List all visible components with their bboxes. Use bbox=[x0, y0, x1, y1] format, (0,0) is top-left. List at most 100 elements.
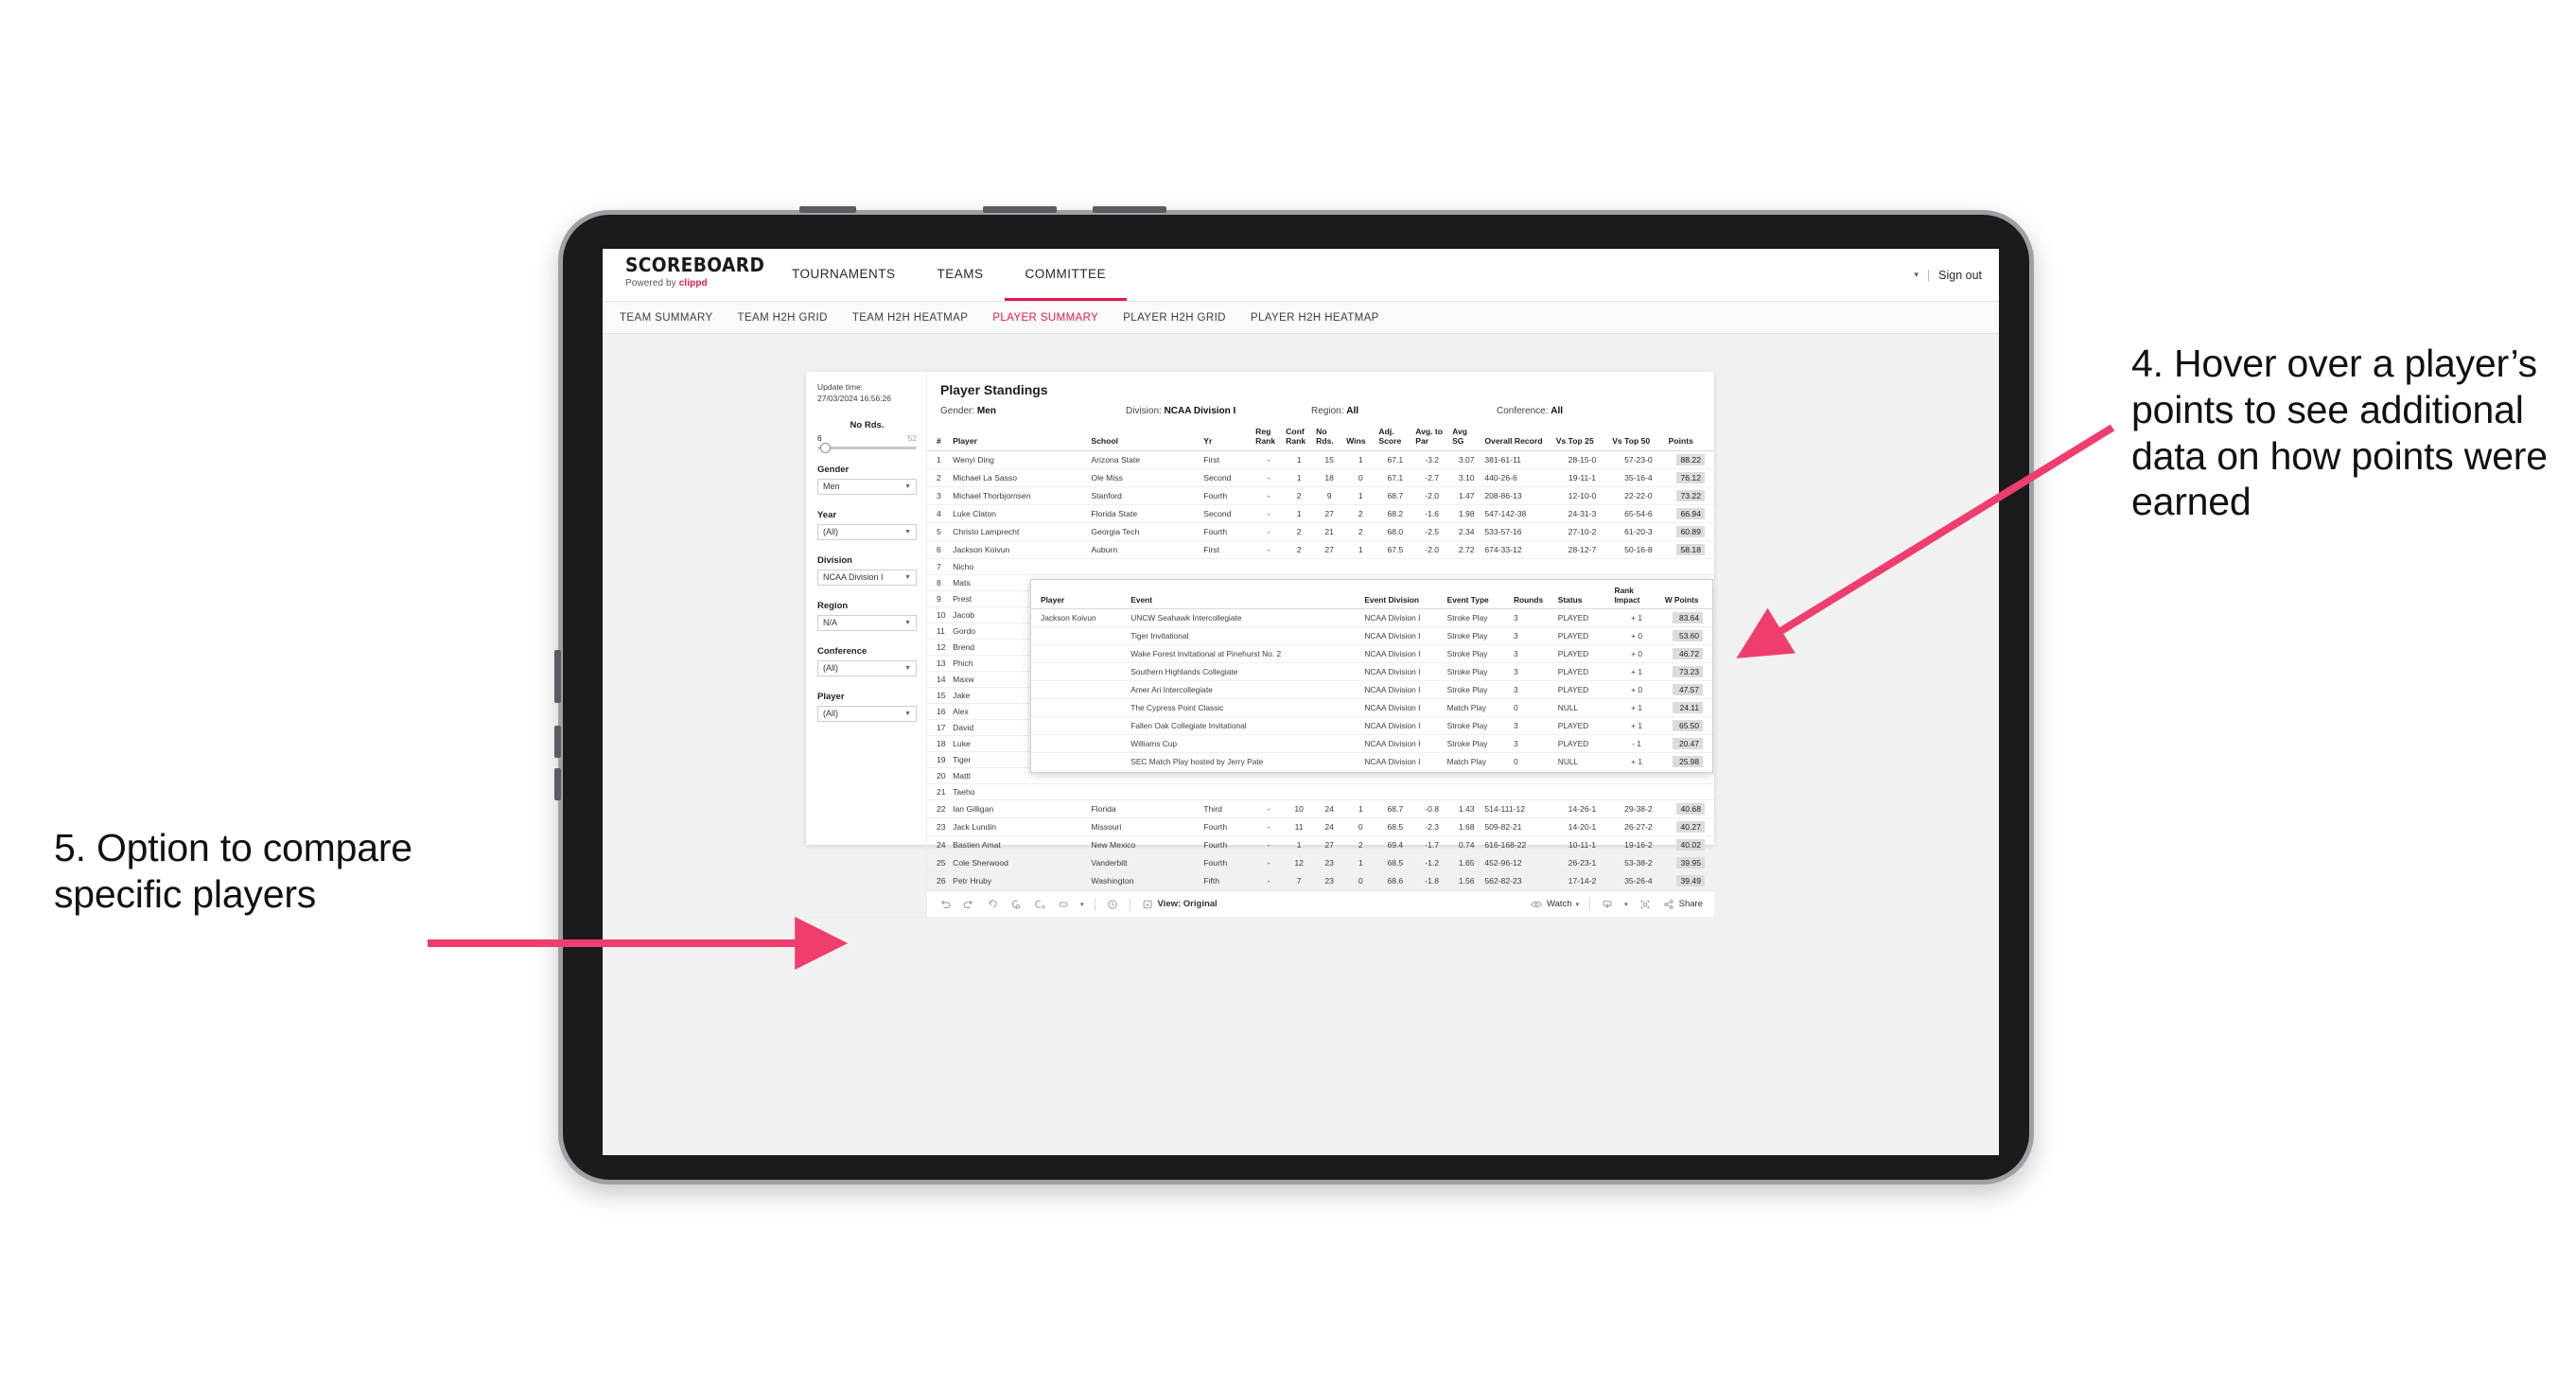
tt-cell-status: PLAYED bbox=[1554, 734, 1612, 753]
tt-cell-event: SEC Stroke Play hosted by Jerry Pate bbox=[1128, 770, 1362, 772]
tt-cell-event: SEC Match Play hosted by Jerry Pate bbox=[1128, 752, 1362, 771]
tooltip-row: SEC Stroke Play hosted by Jerry PateNCAA… bbox=[1031, 770, 1712, 772]
tt-cell-rank-impact: + 0 bbox=[1611, 680, 1662, 699]
tt-cell-player: Jackson Koivun bbox=[1031, 608, 1129, 627]
tt-cell-rank-impact: + 0 bbox=[1611, 644, 1662, 663]
tt-cell-w-points: 20.47 bbox=[1661, 734, 1712, 753]
tt-cell-event: Wake Forest Invitational at Pinehurst No… bbox=[1128, 644, 1362, 663]
tt-cell-status: PLAYED bbox=[1554, 662, 1612, 681]
tt-cell-player bbox=[1031, 698, 1129, 717]
tt-w-points-value: 47.57 bbox=[1673, 684, 1703, 695]
tt-w-points-value: 53.60 bbox=[1673, 630, 1703, 641]
tt-cell-player bbox=[1031, 662, 1129, 681]
tt-col-status: Status bbox=[1554, 580, 1612, 609]
tt-cell-event: The Cypress Point Classic bbox=[1128, 698, 1362, 717]
tt-cell-event-type: Stroke Play bbox=[1444, 626, 1511, 645]
tt-w-points-value: 20.47 bbox=[1673, 738, 1703, 749]
tt-cell-status: PLAYED bbox=[1554, 644, 1612, 663]
tt-cell-event-division: NCAA Division I bbox=[1361, 644, 1445, 663]
tt-cell-w-points: 65.50 bbox=[1661, 716, 1712, 735]
tt-cell-rank-impact: + 0 bbox=[1611, 770, 1662, 772]
tt-cell-rounds: 3 bbox=[1510, 662, 1555, 681]
tt-cell-event-division: NCAA Division I bbox=[1361, 608, 1445, 627]
tooltip-row: Williams Cup NCAA Division I Stroke Play 3 P… bbox=[1031, 734, 1712, 753]
tt-rank-impact-line1: Rank bbox=[1614, 586, 1634, 595]
tooltip-body: Jackson Koivun UNCW Seahawk Intercollegia… bbox=[1031, 608, 1712, 772]
tt-w-points-value: 73.23 bbox=[1673, 666, 1703, 677]
tt-cell-w-points: 25.98 bbox=[1661, 752, 1712, 771]
tt-cell-status: PLAYED bbox=[1554, 716, 1612, 735]
tt-w-points-value: 25.98 bbox=[1673, 756, 1703, 767]
arrow-to-points-column bbox=[1736, 424, 2115, 658]
tt-cell-event-division: NCAA Division I bbox=[1361, 626, 1445, 645]
tt-cell-event-division: NCAA Division I bbox=[1361, 662, 1445, 681]
tt-col-player: Player bbox=[1031, 580, 1129, 609]
tt-cell-player bbox=[1031, 734, 1129, 753]
tt-cell-rounds: 3 bbox=[1510, 680, 1555, 699]
tt-col-event: Event bbox=[1128, 580, 1362, 609]
tt-cell-event-type: Stroke Play bbox=[1444, 716, 1511, 735]
tt-col-w-points: W Points bbox=[1661, 580, 1712, 609]
tt-cell-w-points: 53.60 bbox=[1661, 626, 1712, 645]
tt-cell-event-type: Match Play bbox=[1444, 752, 1511, 771]
tt-cell-w-points: 24.11 bbox=[1661, 698, 1712, 717]
tt-cell-rounds: 3 bbox=[1510, 716, 1555, 735]
tooltip-header-row: Player Event Event Division Event Type R… bbox=[1031, 580, 1712, 609]
points-detail-tooltip: Player Event Event Division Event Type R… bbox=[1030, 579, 1713, 773]
tt-cell-w-points: 83.64 bbox=[1661, 608, 1712, 627]
tt-cell-event-type: Stroke Play bbox=[1444, 680, 1511, 699]
tt-cell-event: Williams Cup bbox=[1128, 734, 1362, 753]
tt-cell-w-points: 47.57 bbox=[1661, 680, 1712, 699]
tt-cell-rank-impact: + 1 bbox=[1611, 608, 1662, 627]
tooltip-row: Amer Ari Intercollegiate NCAA Division IS… bbox=[1031, 680, 1712, 699]
tt-cell-rounds: 3 bbox=[1510, 770, 1555, 772]
tt-cell-event: Tiger Invitational bbox=[1128, 626, 1362, 645]
tt-cell-player bbox=[1031, 770, 1129, 772]
tt-cell-rank-impact: + 1 bbox=[1611, 662, 1662, 681]
tt-cell-status: PLAYED bbox=[1554, 680, 1612, 699]
tt-cell-w-points: 56.18 bbox=[1661, 770, 1712, 772]
tt-col-rounds: Rounds bbox=[1510, 580, 1555, 609]
tt-w-points-value: 46.72 bbox=[1673, 648, 1703, 659]
tt-cell-rounds: 0 bbox=[1510, 698, 1555, 717]
tt-cell-status: NULL bbox=[1554, 698, 1612, 717]
tt-cell-rank-impact: + 0 bbox=[1611, 626, 1662, 645]
tooltip-row: Tiger Invitational NCAA Division I Stroke … bbox=[1031, 626, 1712, 645]
tt-cell-rounds: 3 bbox=[1510, 734, 1555, 753]
tt-cell-event: Southern Highlands Collegiate bbox=[1128, 662, 1362, 681]
tt-cell-player bbox=[1031, 644, 1129, 663]
tt-cell-rank-impact: + 1 bbox=[1611, 698, 1662, 717]
tt-cell-event-division: NCAA Division I bbox=[1361, 698, 1445, 717]
tt-w-points-value: 65.50 bbox=[1673, 720, 1703, 731]
tt-cell-w-points: 73.23 bbox=[1661, 662, 1712, 681]
tt-cell-event: Fallen Oak Collegiate Invitational bbox=[1128, 716, 1362, 735]
tt-w-points-value: 83.64 bbox=[1673, 612, 1703, 623]
tt-cell-status: PLAYED bbox=[1554, 770, 1612, 772]
tt-cell-status: PLAYED bbox=[1554, 626, 1612, 645]
tt-col-rank-impact: Rank Impact bbox=[1611, 580, 1662, 609]
tt-cell-event: UNCW Seahawk Intercollegiate bbox=[1128, 608, 1362, 627]
tt-cell-rounds: 0 bbox=[1510, 752, 1555, 771]
tt-cell-event-division: NCAA Division I bbox=[1361, 734, 1445, 753]
tt-cell-event-division: NCAA Division I bbox=[1361, 680, 1445, 699]
tt-cell-event: Amer Ari Intercollegiate bbox=[1128, 680, 1362, 699]
tt-cell-event-type: Stroke Play bbox=[1444, 734, 1511, 753]
tt-cell-event-type: Match Play bbox=[1444, 698, 1511, 717]
tt-cell-player bbox=[1031, 752, 1129, 771]
tt-cell-rank-impact: + 1 bbox=[1611, 716, 1662, 735]
tt-cell-event-type: Stroke Play bbox=[1444, 662, 1511, 681]
tt-cell-player bbox=[1031, 680, 1129, 699]
tt-col-event-type: Event Type bbox=[1444, 580, 1511, 609]
tt-cell-w-points: 46.72 bbox=[1661, 644, 1712, 663]
tt-cell-rounds: 3 bbox=[1510, 626, 1555, 645]
tt-cell-event-division: NCAA Division I bbox=[1361, 716, 1445, 735]
tt-cell-rank-impact: + 1 bbox=[1611, 752, 1662, 771]
tt-cell-rounds: 3 bbox=[1510, 644, 1555, 663]
tooltip-row: Southern Highlands Collegiate NCAA Divisi… bbox=[1031, 662, 1712, 681]
slide-canvas: SCOREBOARD Powered by clippd TOURNAMENTS… bbox=[0, 0, 2576, 1386]
tooltip-table: Player Event Event Division Event Type R… bbox=[1031, 580, 1712, 772]
tooltip-row: SEC Match Play hosted by Jerry Pate NCAA … bbox=[1031, 752, 1712, 771]
tt-cell-rounds: 3 bbox=[1510, 608, 1555, 627]
tooltip-row: Jackson Koivun UNCW Seahawk Intercollegia… bbox=[1031, 608, 1712, 627]
tt-cell-event-division: NCAA Division I bbox=[1361, 752, 1445, 771]
